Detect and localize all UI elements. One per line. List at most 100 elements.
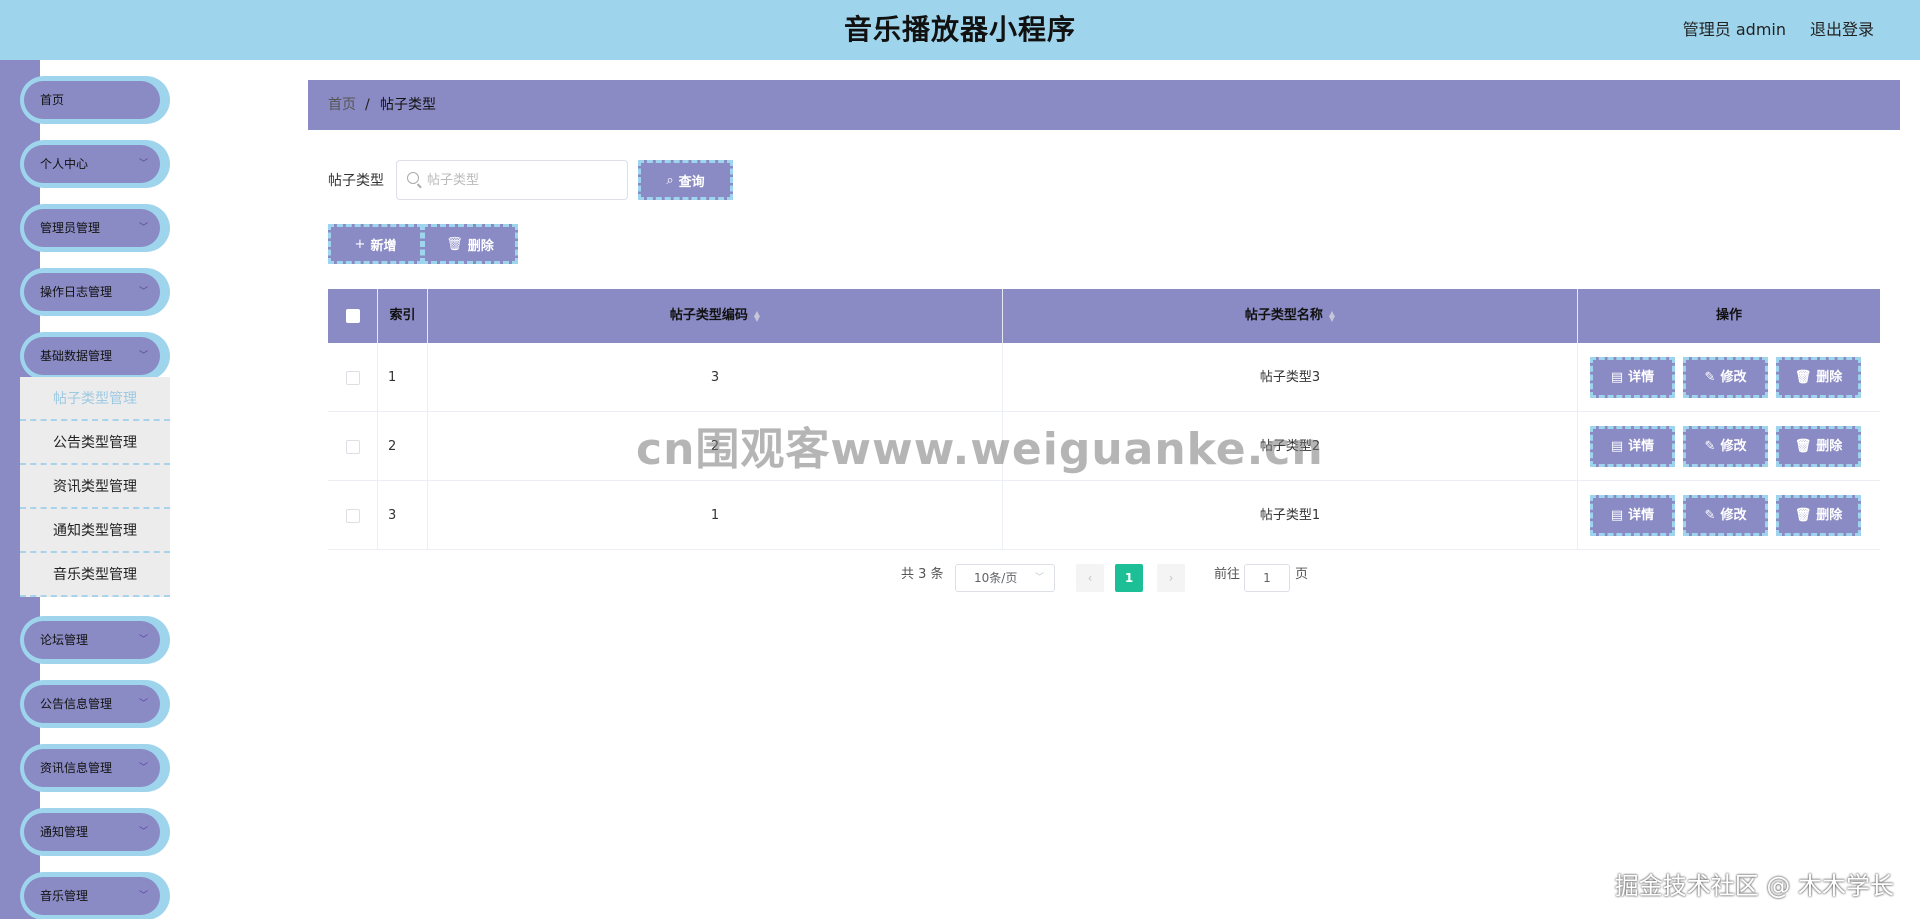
basic-data-submenu: 帖子类型管理 公告类型管理 资讯类型管理 通知类型管理 音乐类型管理 [20,377,170,597]
delete-button[interactable]: 🗑 删除 [1776,426,1861,467]
detail-button[interactable]: ▤ 详情 [1590,357,1675,398]
cell-actions: ▤ 详情 ✎ 修改 🗑 删除 [1578,481,1880,550]
delete-label: 删除 [1816,370,1843,385]
search-icon [407,172,419,184]
current-user: 管理员 admin [1682,20,1786,39]
edit-button[interactable]: ✎ 修改 [1683,357,1768,398]
sidebar-item-label: 资讯信息管理 [40,761,113,775]
sidebar-item-personal-center[interactable]: 个人中心 ﹀ [20,140,170,188]
row-checkbox[interactable] [346,371,360,385]
row-checkbox[interactable] [346,509,360,523]
sidebar-item-news[interactable]: 资讯信息管理 ﹀ [20,744,170,792]
sidebar-item-label: 操作日志管理 [40,285,113,299]
trash-icon: 🗑 [1794,439,1812,454]
chevron-down-icon: ﹀ [138,635,148,645]
query-button[interactable]: ⌕ 查询 [638,160,733,200]
pencil-icon: ✎ [1704,439,1716,454]
sidebar-item-label: 音乐管理 [40,889,89,903]
pencil-icon: ✎ [1704,370,1716,385]
edit-button[interactable]: ✎ 修改 [1683,426,1768,467]
cell-code: 1 [428,481,1003,550]
next-page-button[interactable]: › [1157,564,1185,592]
select-all-checkbox[interactable] [346,309,360,323]
delete-button-label: 删除 [467,238,494,254]
detail-button[interactable]: ▤ 详情 [1590,495,1675,536]
add-button-label: 新增 [370,238,397,254]
column-header-label: 帖子类型编码 [669,308,748,323]
sidebar-item-label: 论坛管理 [40,633,89,647]
sidebar-item-music[interactable]: 音乐管理 ﹀ [20,872,170,919]
search-input[interactable] [427,161,622,199]
sidebar-item-label: 管理员管理 [40,221,101,235]
chevron-down-icon: ﹀ [138,287,148,297]
row-select-cell [328,412,378,481]
sidebar-item-forum[interactable]: 论坛管理 ﹀ [20,616,170,664]
column-header-name[interactable]: 帖子类型名称 ▲ ▼ [1003,289,1578,343]
submenu-item-post-type[interactable]: 帖子类型管理 [20,377,170,421]
app-title: 音乐播放器小程序 [843,13,1076,46]
sidebar-item-label: 首页 [40,93,65,107]
column-header-label: 帖子类型名称 [1244,308,1323,323]
sidebar-item-operation-log[interactable]: 操作日志管理 ﹀ [20,268,170,316]
page-number-1[interactable]: 1 [1115,564,1143,592]
prev-page-button[interactable]: ‹ [1076,564,1104,592]
cell-index: 1 [378,343,428,412]
goto-suffix: 页 [1295,567,1309,582]
pencil-icon: ✎ [1704,508,1716,523]
chevron-down-icon: ﹀ [138,763,148,773]
cell-name: 帖子类型3 [1003,343,1578,412]
trash-icon: 🗑 [446,236,463,252]
sidebar-item-admin-management[interactable]: 管理员管理 ﹀ [20,204,170,252]
submenu-item-notification-type[interactable]: 通知类型管理 [20,509,170,553]
goto-label: 前往 [1214,567,1241,582]
page-size-select[interactable]: 10条/页 ﹀ [955,564,1055,592]
delete-label: 删除 [1816,508,1843,523]
breadcrumb-separator: / [365,97,370,113]
column-header-code[interactable]: 帖子类型编码 ▲ ▼ [428,289,1003,343]
submenu-item-news-type[interactable]: 资讯类型管理 [20,465,170,509]
document-icon: ▤ [1610,439,1624,454]
chevron-down-icon: ﹀ [138,351,148,361]
trash-icon: 🗑 [1794,508,1812,523]
search-field[interactable] [396,160,628,200]
sidebar-item-notification[interactable]: 通知管理 ﹀ [20,808,170,856]
logout-link[interactable]: 退出登录 [1810,0,1874,60]
column-header-actions: 操作 [1715,308,1742,323]
sort-icon[interactable]: ▲ ▼ [754,309,760,322]
cell-name: 帖子类型1 [1003,481,1578,550]
goto-page-input[interactable] [1244,564,1290,592]
cell-index: 2 [378,412,428,481]
chevron-down-icon: ﹀ [1034,573,1044,583]
cell-code: 3 [428,343,1003,412]
query-button-label: 查询 [678,174,705,190]
breadcrumb-home[interactable]: 首页 [328,80,356,130]
sort-icon[interactable]: ▲ ▼ [1329,309,1335,322]
add-button[interactable]: + 新增 [328,224,423,264]
table-row: 3 1 帖子类型1 ▤ 详情 ✎ 修改 🗑 删除 [328,481,1880,550]
delete-button[interactable]: 🗑 删除 [1776,495,1861,536]
chevron-down-icon: ﹀ [138,159,148,169]
cell-actions: ▤ 详情 ✎ 修改 🗑 删除 [1578,343,1880,412]
table-header: 索引 帖子类型编码 ▲ ▼ 帖子类型名称 ▲ ▼ 操作 [328,289,1880,343]
edit-label: 修改 [1720,439,1747,454]
top-header: 音乐播放器小程序 管理员 admin 退出登录 [0,0,1920,60]
sidebar-item-label: 个人中心 [40,157,89,171]
batch-delete-button[interactable]: 🗑 删除 [422,224,518,264]
pagination-total: 共 3 条 [901,567,944,582]
detail-label: 详情 [1628,508,1655,523]
row-checkbox[interactable] [346,440,360,454]
detail-button[interactable]: ▤ 详情 [1590,426,1675,467]
submenu-item-music-type[interactable]: 音乐类型管理 [20,553,170,597]
breadcrumb: 首页 / 帖子类型 [308,80,1900,130]
delete-button[interactable]: 🗑 删除 [1776,357,1861,398]
chevron-down-icon: ﹀ [138,891,148,901]
search-icon: ⌕ [666,172,674,188]
sidebar-item-basic-data[interactable]: 基础数据管理 ﹀ [20,332,170,380]
edit-button[interactable]: ✎ 修改 [1683,495,1768,536]
select-all-cell [328,289,378,343]
sidebar-item-announcement[interactable]: 公告信息管理 ﹀ [20,680,170,728]
sidebar: 首页 个人中心 ﹀ 管理员管理 ﹀ 操作日志管理 ﹀ 基础数据管理 ﹀ 帖子类型… [0,60,200,919]
corner-watermark: 掘金技术社区 @ 木木学长 [1614,872,1894,900]
sidebar-item-home[interactable]: 首页 [20,76,170,124]
submenu-item-notice-type[interactable]: 公告类型管理 [20,421,170,465]
